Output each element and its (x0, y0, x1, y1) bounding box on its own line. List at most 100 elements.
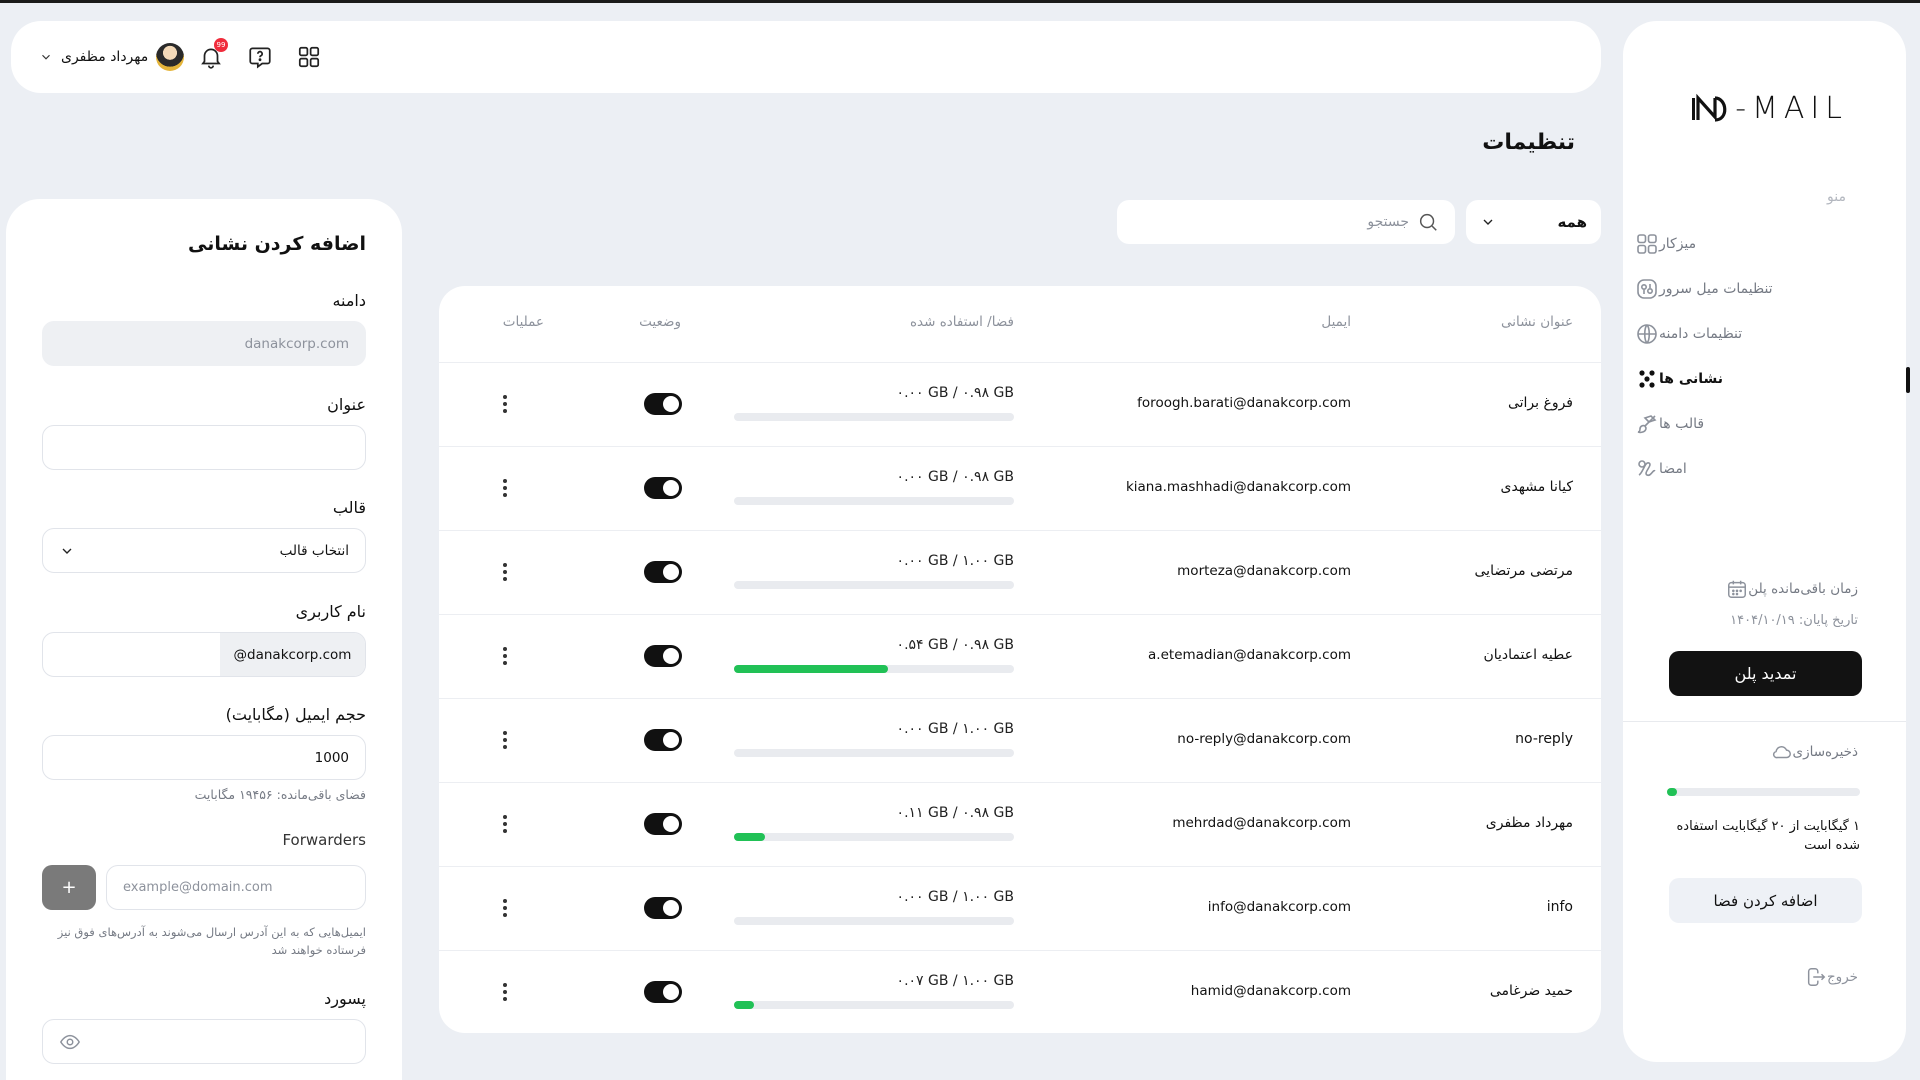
status-toggle[interactable] (644, 897, 682, 919)
usage-progress-bar (734, 581, 1014, 589)
column-header-usage: فضا/ استفاده شده (909, 314, 1014, 330)
brush-icon (1637, 414, 1657, 433)
renew-plan-button[interactable]: تمدید پلن (1669, 651, 1862, 696)
apps-button[interactable] (296, 44, 322, 70)
address-email: kiana.mashhadi@danakcorp.com (1125, 479, 1351, 495)
forwarders-label: Forwarders (282, 831, 366, 849)
usage-text: ۰.۰۰ GB / ۱.۰۰ GB (896, 553, 1014, 569)
logo-text: -MAIL (1735, 91, 1848, 126)
usage-text: ۰.۵۴ GB / ۰.۹۸ GB (896, 637, 1014, 653)
logout-label: خروج (1826, 969, 1858, 985)
more-options-icon[interactable] (501, 477, 509, 499)
filter-select[interactable]: همه (1466, 200, 1601, 244)
address-title: کیانا مشهدی (1500, 479, 1573, 495)
more-options-icon[interactable] (501, 813, 509, 835)
status-toggle[interactable] (644, 981, 682, 1003)
status-toggle[interactable] (644, 813, 682, 835)
search-box (1117, 200, 1455, 244)
add-forwarder-button[interactable]: + (42, 865, 96, 910)
sidebar-item-mail-server-settings[interactable]: تنظیمات میل سرور (1623, 266, 1906, 311)
usage-text: ۰.۰۰ GB / ۱.۰۰ GB (896, 889, 1014, 905)
storage-progress-fill (1667, 788, 1677, 796)
eye-icon[interactable] (59, 1031, 81, 1053)
template-select[interactable]: انتخاب قالب (42, 528, 366, 573)
more-options-icon[interactable] (501, 729, 509, 751)
usage-progress-fill (734, 665, 888, 673)
forwarders-help-text: ایمیل‌هایی که به این آدرس ارسال می‌شوند … (57, 925, 366, 957)
column-header-title: عنوان نشانی (1501, 314, 1573, 330)
storage-header: ذخیره‌سازی (1761, 741, 1858, 763)
table-row: کیانا مشهدی kiana.mashhadi@danakcorp.com ۰… (439, 447, 1601, 531)
status-toggle[interactable] (644, 561, 682, 583)
sidebar-item-label: امضا (1659, 460, 1687, 477)
storage-label: ذخیره‌سازی (1792, 744, 1858, 760)
sidebar-item-templates[interactable]: قالب ها (1623, 401, 1906, 446)
address-title: حمید ضرغامی (1489, 983, 1573, 999)
usage-progress-bar (734, 413, 1014, 421)
more-options-icon[interactable] (501, 561, 509, 583)
usage-text: ۰.۰۰ GB / ۰.۹۸ GB (896, 385, 1014, 401)
app-logo[interactable]: -MAIL (1691, 91, 1848, 126)
name-label: عنوان (327, 395, 366, 414)
column-header-actions: عملیات (502, 314, 544, 330)
table-row: فروغ براتی foroogh.barati@danakcorp.com ۰.… (439, 363, 1601, 447)
forwarder-input[interactable]: example@domain.com (106, 865, 366, 910)
template-label: قالب (332, 498, 366, 517)
notifications-button[interactable]: 99 (198, 38, 228, 70)
cloud-icon (1772, 746, 1791, 759)
username-domain-suffix: @danakcorp.com (220, 633, 365, 676)
more-options-icon[interactable] (501, 981, 509, 1003)
usage-progress-bar (734, 1001, 1014, 1009)
sidebar-item-dashboard[interactable]: میزکار (1623, 221, 1906, 266)
usage-cell: ۰.۰۰ GB / ۰.۹۸ GB (734, 385, 1014, 435)
password-field[interactable] (42, 1019, 366, 1064)
address-title: مرتضی مرتضایی (1474, 563, 1573, 579)
sidebar: -MAIL منو میزکار تنظیمات میل سرور تنظیما… (1623, 21, 1910, 1062)
column-header-status: وضعیت (639, 314, 681, 330)
address-email: a.etemadian@danakcorp.com (1148, 647, 1351, 663)
support-button[interactable] (247, 44, 273, 70)
sidebar-item-label: قالب ها (1659, 415, 1705, 432)
username-field[interactable]: @danakcorp.com (42, 632, 366, 677)
usage-progress-bar (734, 833, 1014, 841)
more-options-icon[interactable] (501, 393, 509, 415)
name-field[interactable] (42, 425, 366, 470)
size-field[interactable]: 1000 (42, 735, 366, 780)
add-space-button[interactable]: اضافه کردن فضا (1669, 878, 1862, 923)
status-toggle[interactable] (644, 645, 682, 667)
address-title: عطیه اعتمادیان (1483, 647, 1573, 663)
usage-text: ۰.۰۷ GB / ۱.۰۰ GB (896, 973, 1014, 989)
usage-cell: ۰.۵۴ GB / ۰.۹۸ GB (734, 637, 1014, 687)
sidebar-item-addresses[interactable]: نشانی ها (1623, 356, 1910, 401)
d-mail-logo-icon (1692, 93, 1727, 122)
status-toggle[interactable] (644, 477, 682, 499)
addresses-table: عنوان نشانی ایمیل فضا/ استفاده شده وضعیت… (439, 286, 1601, 1033)
address-email: foroogh.barati@danakcorp.com (1137, 395, 1351, 411)
sidebar-item-signature[interactable]: امضا (1623, 446, 1906, 491)
notification-badge: 99 (214, 38, 228, 52)
size-value: 1000 (314, 749, 349, 766)
logout-button[interactable]: خروج (1795, 966, 1858, 988)
usage-cell: ۰.۰۰ GB / ۰.۹۸ GB (734, 469, 1014, 519)
status-toggle[interactable] (644, 729, 682, 751)
status-toggle[interactable] (644, 393, 682, 415)
chevron-down-icon (1483, 219, 1493, 225)
dashboard-icon (1637, 233, 1657, 254)
more-options-icon[interactable] (501, 645, 509, 667)
usage-cell: ۰.۰۰ GB / ۱.۰۰ GB (734, 889, 1014, 939)
chevron-down-icon (62, 548, 72, 554)
address-title: مهرداد مظفری (1485, 815, 1573, 831)
user-menu[interactable]: مهرداد مظفری (39, 43, 185, 71)
sidebar-item-domain-settings[interactable]: تنظیمات دامنه (1623, 311, 1906, 356)
address-email: info@danakcorp.com (1207, 899, 1351, 915)
logout-icon (1807, 968, 1826, 986)
address-email: morteza@danakcorp.com (1177, 563, 1351, 579)
address-title: no-reply (1515, 731, 1573, 747)
sidebar-item-label: تنظیمات میل سرور (1659, 280, 1773, 297)
panel-title: اضافه کردن نشانی (188, 233, 366, 255)
usage-text: ۰.۰۰ GB / ۰.۹۸ GB (896, 469, 1014, 485)
more-options-icon[interactable] (501, 897, 509, 919)
password-label: پسورد (324, 989, 366, 1008)
search-input[interactable] (1149, 214, 1409, 230)
usage-cell: ۰.۰۰ GB / ۱.۰۰ GB (734, 721, 1014, 771)
